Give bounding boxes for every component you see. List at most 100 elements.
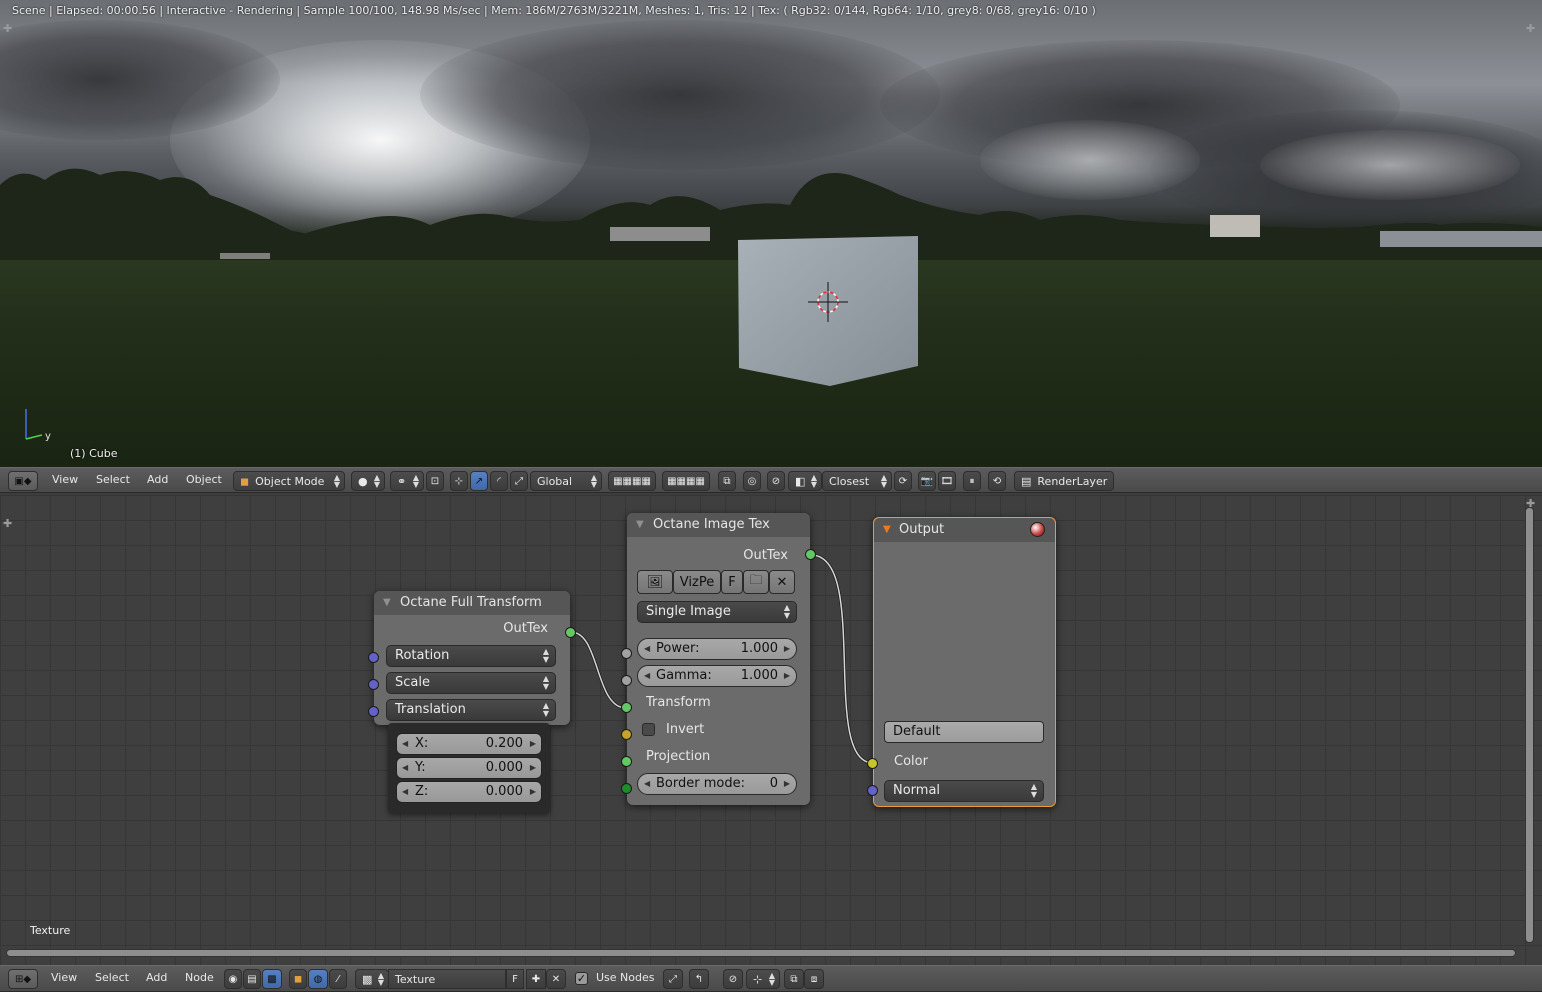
outtex-output-socket[interactable] [565,627,576,638]
render-camera-icon[interactable]: 📷 [918,471,936,491]
texture-name-field[interactable]: Texture [388,969,506,989]
copy-nodes-icon[interactable]: ⧉ [784,969,804,989]
world-texture-icon[interactable]: ◍ [308,969,328,989]
node-editor[interactable]: ✚ ✚ ▼ Octane Full Transform OutTex Rotat… [0,495,1542,965]
menu-select[interactable]: Select [96,473,130,486]
backdrop-icon[interactable]: ⤢ [663,969,683,989]
snap-node-icon[interactable]: ⊘ [723,969,743,989]
translation-dropdown[interactable]: Translation ▲ ▼ [386,699,556,721]
translation-z-field[interactable]: ◀ Z: 0.000 ▶ [396,781,542,803]
outtex-output-socket[interactable] [805,549,816,560]
compositing-tree-icon[interactable]: ▤ [243,969,261,989]
new-texture-button[interactable]: ✚ [526,969,546,989]
snap-target-dropdown[interactable]: Closest ▲ ▼ [822,471,892,491]
render-layer-field[interactable]: ▤ RenderLayer [1014,471,1114,491]
pivot-dropdown[interactable]: ⚭ ▲ ▼ [390,471,424,491]
rotation-dropdown[interactable]: Rotation ▲ ▼ [386,645,556,667]
rotation-input-socket[interactable] [368,652,379,663]
material-preview-icon[interactable] [1030,522,1045,537]
shader-tree-icon[interactable]: ◉ [224,969,242,989]
texture-tree-icon[interactable]: ▩ [262,969,282,989]
menu-select[interactable]: Select [95,971,129,984]
layers-grid-1[interactable]: ▦▦▦▦ [608,471,656,491]
unlink-image-button[interactable]: ✕ [769,570,795,594]
translation-input-socket[interactable] [368,706,379,717]
snap-align-icon[interactable]: ⟳ [894,471,912,491]
editor-type-button[interactable]: ⊞◆ [8,969,38,989]
checker-texture-icon: ▩ [362,972,373,986]
node-octane-full-transform[interactable]: ▼ Octane Full Transform OutTex Rotation ▲… [374,591,570,725]
node-output[interactable]: ▼ Output Default Color Normal ▲ ▼ [873,517,1056,807]
menu-add[interactable]: Add [147,473,168,486]
node-header[interactable]: ▼ Output [874,518,1055,542]
menu-object[interactable]: Object [186,473,222,486]
horizontal-scrollbar[interactable] [6,949,1516,957]
projection-input-socket[interactable] [621,756,632,767]
node-header[interactable]: ▼ Octane Full Transform [374,591,570,615]
render-animation-icon[interactable]: 🎞 [938,471,956,491]
blender-window: Scene | Elapsed: 00:00.56 | Interactive … [0,0,1542,992]
refresh-render-icon[interactable]: ⟲ [988,471,1006,491]
node-octane-image-tex[interactable]: ▼ Octane Image Tex OutTex 🖼 VizPe F 🗀 ✕ … [627,513,810,805]
power-input-socket[interactable] [621,648,632,659]
gamma-input-socket[interactable] [621,675,632,686]
gamma-field[interactable]: ◀ Gamma: 1.000 ▶ [637,665,797,687]
normal-input-socket[interactable] [867,785,878,796]
orientation-dropdown[interactable]: Global ▲ ▼ [530,471,602,491]
texture-browse-dropdown[interactable]: ▩ ▲ ▼ [355,969,389,989]
lock-layers-icon[interactable]: ⧉ [718,471,736,491]
scale-dropdown[interactable]: Scale ▲ ▼ [386,672,556,694]
use-nodes-checkbox[interactable]: ✓ [575,972,588,985]
image-name-field[interactable]: VizPe [673,570,721,594]
cube-object[interactable] [738,236,920,386]
menu-view[interactable]: View [51,971,77,984]
unlink-texture-button[interactable]: ✕ [546,969,566,989]
menu-add[interactable]: Add [146,971,167,984]
manipulator-toggle-button[interactable]: ⊹ [450,471,468,491]
fake-user-button[interactable]: F [506,969,524,989]
scale-manipulator-button[interactable]: ⤢ [510,471,528,491]
fake-user-button[interactable]: F [721,570,743,594]
snap-element-dropdown[interactable]: ⊹ ▲ ▼ [746,969,780,989]
scale-input-socket[interactable] [368,679,379,690]
vertical-scrollbar[interactable] [1525,507,1534,943]
translation-x-field[interactable]: ◀ X: 0.200 ▶ [396,733,542,755]
3d-viewport[interactable]: Scene | Elapsed: 00:00.56 | Interactive … [0,0,1542,467]
invert-checkbox[interactable] [642,723,655,736]
image-browse-button[interactable]: 🖼 [637,570,673,594]
snap-element-dropdown[interactable]: ◧ ▲ ▼ [788,471,822,491]
area-split-corner-icon[interactable]: ✚ [3,22,12,35]
menu-node[interactable]: Node [185,971,214,984]
normal-dropdown[interactable]: Normal ▲ ▼ [884,780,1044,802]
editor-type-button[interactable]: ▣◆ [8,471,38,491]
pause-render-icon[interactable]: ⏸ [963,471,981,491]
translation-y-field[interactable]: ◀ Y: 0.000 ▶ [396,757,542,779]
mode-dropdown[interactable]: ◼ Object Mode ▲ ▼ [233,471,345,491]
power-field[interactable]: ◀ Power: 1.000 ▶ [637,638,797,660]
border-mode-field[interactable]: ◀ Border mode: 0 ▶ [637,773,797,795]
border-mode-input-socket[interactable] [621,783,632,794]
open-image-button[interactable]: 🗀 [743,570,769,594]
brush-texture-icon[interactable]: ⁄ [329,969,347,989]
object-texture-icon[interactable]: ◼ [289,969,307,989]
paste-nodes-icon[interactable]: ⧈ [804,969,824,989]
node-header[interactable]: ▼ Octane Image Tex [627,513,810,537]
collapse-triangle-icon[interactable]: ▼ [636,513,644,537]
color-input-socket[interactable] [867,758,878,769]
manipulator-center-button[interactable]: ⊡ [426,471,444,491]
invert-input-socket[interactable] [621,729,632,740]
layers-grid-2[interactable]: ▦▦▦▦ [662,471,710,491]
rotate-manipulator-button[interactable]: ◜ [490,471,508,491]
snap-toggle-icon[interactable]: ⊘ [767,471,785,491]
proportional-edit-icon[interactable]: ◎ [743,471,761,491]
parent-node-icon[interactable]: ↰ [689,969,709,989]
translate-manipulator-button[interactable]: ↗ [470,471,488,491]
collapse-triangle-icon[interactable]: ▼ [883,518,891,542]
area-split-corner-icon[interactable]: ✚ [1526,22,1535,35]
shading-dropdown[interactable]: ● ▲ ▼ [351,471,385,491]
default-field[interactable]: Default [884,721,1044,743]
image-source-dropdown[interactable]: Single Image ▲ ▼ [637,601,797,623]
collapse-triangle-icon[interactable]: ▼ [383,591,391,615]
menu-view[interactable]: View [52,473,78,486]
transform-input-socket[interactable] [621,702,632,713]
